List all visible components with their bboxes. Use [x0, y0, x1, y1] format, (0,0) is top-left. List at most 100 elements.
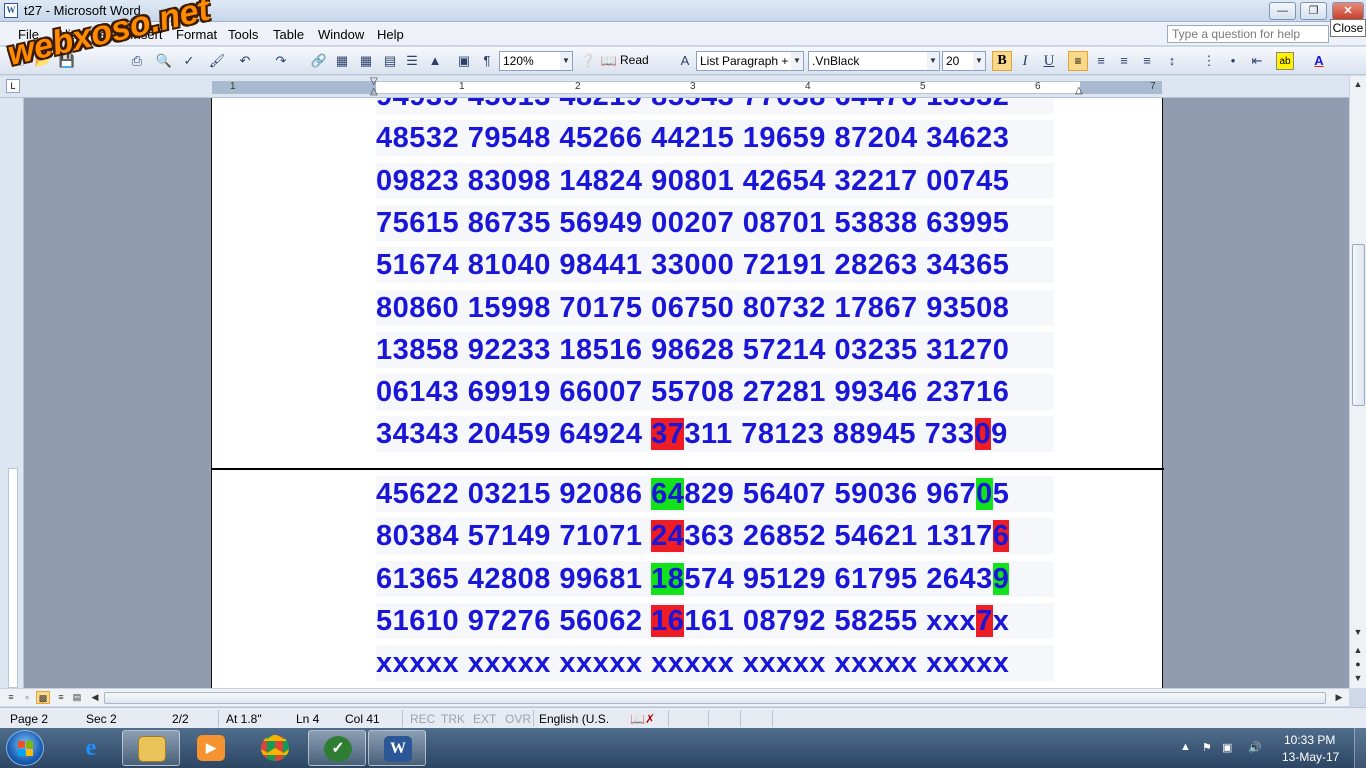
horizontal-scrollbar-thumb[interactable] [104, 692, 1326, 704]
right-indent-marker[interactable]: △ [1075, 85, 1083, 96]
scroll-up-arrow[interactable]: ▲ [1350, 76, 1366, 92]
number-row[interactable]: 13858 92233 18516 98628 57214 03235 3127… [376, 331, 1054, 368]
number-row[interactable]: 45622 03215 92086 64829 56407 59036 9670… [376, 476, 1054, 512]
tab-stop-selector-icon[interactable]: L [6, 79, 20, 93]
hyperlink-icon[interactable]: 🔗 [310, 52, 328, 70]
underline-button[interactable]: U [1040, 52, 1058, 70]
print-preview-icon[interactable]: 🔍 [155, 52, 173, 70]
document-page[interactable]: 94939 45613 48219 85543 77038 64476 1333… [211, 98, 1164, 688]
number-row[interactable]: 61365 42808 99681 18574 95129 61795 2643… [376, 560, 1054, 597]
number-row[interactable]: 51610 97276 56062 16161 08792 58255 xxx7… [376, 602, 1054, 639]
drawing-icon[interactable]: ▲ [426, 52, 444, 70]
undo-icon[interactable]: ↶ [236, 52, 254, 70]
spelling-status-icon[interactable]: 📖✗ [630, 712, 655, 726]
document-map-icon[interactable]: ▣ [455, 52, 473, 70]
number-row[interactable]: 06143 69919 66007 55708 27281 99346 2371… [376, 374, 1054, 411]
menu-window[interactable]: Window [318, 27, 364, 42]
clock-time[interactable]: 10:33 PM [1284, 733, 1335, 747]
taskbar-media-player[interactable]: ▶ [182, 730, 240, 766]
reading-layout-icon[interactable]: ▤ [70, 691, 84, 704]
web-layout-icon[interactable]: ▫ [20, 691, 34, 704]
clock-date[interactable]: 13-May-17 [1282, 750, 1339, 764]
taskbar-internet-explorer[interactable]: e [62, 730, 120, 766]
chevron-down-icon[interactable]: ▼ [927, 52, 939, 70]
network-icon[interactable]: ▣ [1222, 741, 1232, 754]
word-doc-icon[interactable]: W [4, 3, 18, 18]
line-spacing-icon[interactable]: ↕ [1163, 52, 1181, 70]
print-icon[interactable]: ⎙ [128, 52, 146, 70]
chevron-down-icon[interactable]: ▼ [791, 52, 803, 70]
show-desktop-button[interactable] [1354, 728, 1366, 768]
redo-icon[interactable]: ↷ [272, 52, 290, 70]
spelling-icon[interactable]: ✓ [180, 52, 198, 70]
close-button[interactable]: ✕ [1332, 2, 1364, 20]
insert-table-icon[interactable]: ▦ [357, 52, 375, 70]
vertical-ruler[interactable] [0, 98, 24, 688]
status-rec[interactable]: REC [410, 712, 435, 726]
volume-icon[interactable]: 🔊 [1248, 741, 1262, 754]
bullets-icon[interactable]: • [1224, 52, 1242, 70]
number-row[interactable]: 51674 81040 98441 33000 72191 28263 3436… [376, 247, 1054, 284]
status-ext[interactable]: EXT [473, 712, 496, 726]
number-row[interactable]: 09823 83098 14824 90801 42654 32217 0074… [376, 162, 1054, 199]
taskbar-file-explorer[interactable] [122, 730, 180, 766]
number-row[interactable]: 48532 79548 45266 44215 19659 87204 3462… [376, 120, 1054, 157]
scroll-left-arrow[interactable]: ◀ [88, 691, 102, 704]
status-language[interactable]: English (U.S. [539, 712, 609, 726]
menu-table[interactable]: Table [273, 27, 304, 42]
highlight-icon[interactable]: ab [1276, 52, 1294, 70]
help-icon[interactable]: ❔ [579, 52, 597, 70]
number-row[interactable]: 80384 57149 71071 24363 26852 54621 1317… [376, 518, 1054, 555]
help-search-input[interactable]: Type a question for help [1167, 25, 1329, 43]
document-area[interactable]: 94939 45613 48219 85543 77038 64476 1333… [24, 98, 1349, 688]
insert-excel-icon[interactable]: ▤ [381, 52, 399, 70]
italic-button[interactable]: I [1016, 52, 1034, 70]
number-row[interactable]: 34343 20459 64924 37311 78123 88945 7330… [376, 416, 1054, 453]
next-page-icon[interactable]: ▼ [1350, 670, 1366, 686]
chevron-down-icon[interactable]: ▼ [560, 52, 572, 70]
number-row[interactable]: xxxxx xxxxx xxxxx xxxxx xxxxx xxxxx xxxx… [376, 645, 1054, 682]
columns-icon[interactable]: ☰ [403, 52, 421, 70]
taskbar-coccoc[interactable]: ✓ [308, 730, 366, 766]
align-left-icon[interactable]: ≡ [1068, 51, 1088, 71]
print-layout-icon[interactable]: ▩ [36, 691, 50, 704]
restore-button[interactable]: ❐ [1300, 2, 1327, 20]
outline-view-icon[interactable]: ≡ [54, 691, 68, 704]
show-hidden-icons-icon[interactable]: ▲ [1180, 741, 1191, 753]
scrollbar-thumb[interactable] [1352, 244, 1365, 406]
numbering-icon[interactable]: ⋮ [1200, 52, 1218, 70]
start-button[interactable] [6, 730, 44, 766]
horizontal-ruler[interactable]: L 1 1 2 3 4 5 6 7 ▽ △ △ [0, 76, 1366, 98]
status-ovr[interactable]: OVR [505, 712, 531, 726]
read-mode-icon[interactable]: 📖 [600, 52, 618, 70]
read-button[interactable]: Read [620, 53, 649, 67]
taskbar-word[interactable]: W [368, 730, 426, 766]
show-hide-paragraph-icon[interactable]: ¶ [478, 52, 496, 70]
scroll-right-arrow[interactable]: ▶ [1332, 691, 1346, 704]
style-select[interactable]: List Paragraph + ▼ [696, 51, 804, 71]
number-row[interactable]: 80860 15998 70175 06750 80732 17867 9350… [376, 289, 1054, 326]
scroll-down-arrow[interactable]: ▼ [1350, 624, 1366, 640]
menu-tools[interactable]: Tools [228, 27, 258, 42]
normal-view-icon[interactable]: ≡ [4, 691, 18, 704]
chevron-down-icon[interactable]: ▼ [973, 52, 985, 70]
hanging-indent-marker[interactable]: △ [370, 86, 378, 97]
font-size-select[interactable]: 20 ▼ [942, 51, 986, 71]
font-color-icon[interactable]: A [1310, 52, 1328, 70]
zoom-select[interactable]: 120% ▼ [499, 51, 573, 71]
align-right-icon[interactable]: ≡ [1115, 52, 1133, 70]
minimize-button[interactable]: — [1269, 2, 1296, 20]
align-center-icon[interactable]: ≡ [1092, 52, 1110, 70]
format-painter-icon[interactable]: 🖌 [208, 52, 226, 70]
bold-button[interactable]: B [992, 51, 1012, 71]
number-row[interactable]: 75615 86735 56949 00207 08701 53838 6399… [376, 204, 1054, 241]
status-trk[interactable]: TRK [441, 712, 465, 726]
menu-help[interactable]: Help [377, 27, 404, 42]
font-select[interactable]: .VnBlack ▼ [808, 51, 940, 71]
action-center-flag-icon[interactable]: ⚑ [1202, 741, 1212, 754]
styles-formatting-icon[interactable]: A [676, 52, 694, 70]
decrease-indent-icon[interactable]: ⇤ [1248, 52, 1266, 70]
tables-borders-icon[interactable]: ▦ [333, 52, 351, 70]
justify-icon[interactable]: ≡ [1138, 52, 1156, 70]
number-row[interactable]: 94939 45613 48219 85543 77038 64476 1333… [376, 98, 1054, 114]
